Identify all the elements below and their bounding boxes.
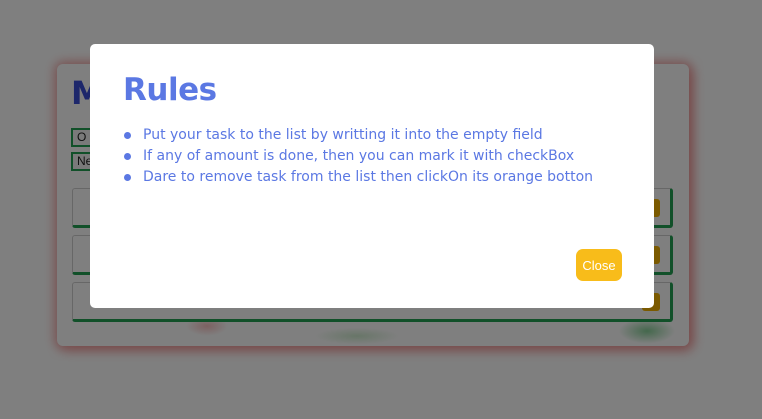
rule-item: Put your task to the list by writting it…	[123, 125, 593, 146]
close-button[interactable]: Close	[576, 249, 622, 281]
rule-item: If any of amount is done, then you can m…	[123, 146, 593, 167]
bullet-icon	[124, 153, 131, 160]
bullet-icon	[124, 174, 131, 181]
modal-title: Rules	[123, 72, 217, 108]
rules-list: Put your task to the list by writting it…	[123, 125, 593, 188]
rule-item: Dare to remove task from the list then c…	[123, 167, 593, 188]
rules-modal: Rules Put your task to the list by writt…	[90, 44, 654, 308]
rule-text: Dare to remove task from the list then c…	[143, 169, 594, 185]
rule-text: Put your task to the list by writting it…	[143, 127, 543, 143]
bullet-icon	[124, 132, 131, 139]
rule-text: If any of amount is done, then you can m…	[143, 148, 575, 164]
